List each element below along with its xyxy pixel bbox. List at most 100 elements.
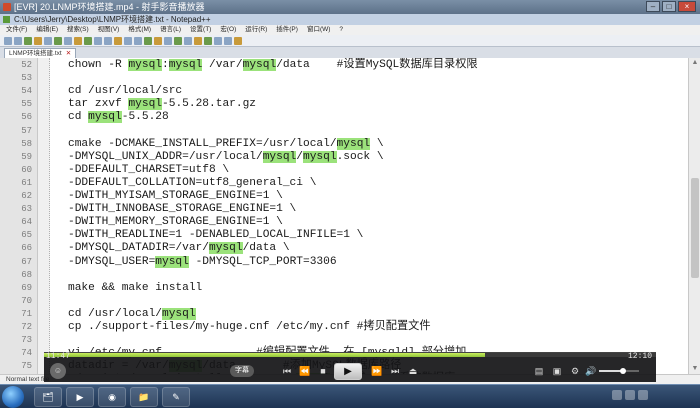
macro-run-icon[interactable]	[224, 36, 232, 45]
start-orb-icon[interactable]	[2, 386, 24, 408]
seek-bar[interactable]	[44, 353, 656, 357]
media-player-taskbar-icon[interactable]: ▶	[66, 387, 94, 407]
cut-icon[interactable]	[64, 36, 72, 45]
rewind-icon[interactable]: ⏪	[298, 365, 312, 377]
menu-plugins[interactable]: 插件(P)	[276, 25, 298, 35]
line-text: -DWITH_MYISAM_STORAGE_ENGINE=1 \	[68, 190, 283, 203]
stop-icon[interactable]: ■	[316, 365, 330, 377]
replace-icon[interactable]	[124, 36, 132, 45]
print-icon[interactable]	[54, 36, 62, 45]
close-file-icon[interactable]	[44, 36, 52, 45]
chrome-taskbar-icon[interactable]: ◉	[98, 387, 126, 407]
code-token: -5.5.28.tar.gz	[162, 98, 257, 111]
save-icon[interactable]	[24, 36, 32, 45]
code-line: 54 cd /usr/local/src	[0, 85, 700, 98]
line-text: cd mysql-5.5.28	[68, 111, 169, 124]
new-file-icon[interactable]	[4, 36, 12, 45]
macro-stop-icon[interactable]	[204, 36, 212, 45]
flag-icon[interactable]	[638, 390, 648, 400]
search-highlight: mysql	[168, 59, 203, 71]
volume-knob[interactable]	[620, 368, 626, 374]
minimize-button[interactable]: –	[646, 1, 660, 12]
line-number: 63	[21, 204, 32, 215]
code-token: /var/	[202, 59, 243, 71]
line-text: cmake -DCMAKE_INSTALL_PREFIX=/usr/local/…	[68, 137, 384, 151]
menu-file[interactable]: 文件(F)	[6, 25, 27, 35]
scroll-down-icon[interactable]: ▼	[689, 364, 700, 374]
indent-guide-icon[interactable]	[184, 36, 192, 45]
menu-language[interactable]: 语言(L)	[160, 25, 181, 35]
find-icon[interactable]	[114, 36, 122, 45]
save-all-icon[interactable]	[34, 36, 42, 45]
screenshot-icon[interactable]: ▣	[550, 365, 564, 377]
notepad-title-bar: C:\Users\Jerry\Desktop\LNMP环境搭建.txt - No…	[0, 14, 700, 25]
file-type-status: Normal text file	[6, 376, 50, 383]
skip-back-icon[interactable]: ⏮	[280, 365, 294, 377]
menu-help[interactable]: ?	[339, 25, 343, 35]
volume-slider[interactable]	[599, 368, 639, 374]
redo-icon[interactable]	[104, 36, 112, 45]
menu-format[interactable]: 格式(M)	[128, 25, 151, 35]
code-token: -DWITH_READLINE=1 -DENABLED_LOCAL_INFILE…	[68, 229, 364, 242]
menu-window[interactable]: 窗口(W)	[307, 25, 330, 35]
tab-lnmp-file[interactable]: LNMP环境搭建.txt ✕	[4, 48, 77, 58]
zoom-in-icon[interactable]	[134, 36, 142, 45]
eject-icon[interactable]: ⏏	[406, 365, 420, 377]
menu-edit[interactable]: 编辑(E)	[36, 25, 58, 35]
code-line: 53	[0, 72, 700, 85]
total-time: 12:10	[627, 352, 652, 361]
code-editor[interactable]: 52 chown -R mysql:mysql /var/mysql/data #…	[0, 58, 700, 374]
line-text: -DWITH_INNOBASE_STORAGE_ENGINE=1 \	[68, 203, 296, 216]
search-highlight: mysql	[155, 255, 189, 268]
open-file-icon[interactable]	[14, 36, 22, 45]
line-number: 66	[21, 243, 32, 254]
user-avatar-icon[interactable]: ☺	[50, 363, 66, 379]
scroll-up-icon[interactable]: ▲	[689, 58, 700, 68]
word-wrap-icon[interactable]	[164, 36, 172, 45]
line-number: 53	[21, 73, 32, 84]
skip-forward-icon[interactable]: ⏭	[388, 365, 402, 377]
control-buttons-row: ☺ 字幕 ⏮ ⏪ ■ ▶ ⏩ ⏭ ⏏ ▤ ▣ ⚙ 🔊	[44, 361, 656, 381]
menu-macro[interactable]: 宏(O)	[220, 25, 236, 35]
maximize-button[interactable]: □	[662, 1, 676, 12]
line-number: 70	[21, 295, 32, 306]
undo-icon[interactable]	[94, 36, 102, 45]
search-highlight: mysql	[209, 242, 243, 255]
notepad-taskbar-icon[interactable]: ✎	[162, 387, 190, 407]
menu-settings[interactable]: 设置(T)	[190, 25, 211, 35]
zoom-out-icon[interactable]	[144, 36, 152, 45]
code-token: \	[370, 137, 384, 150]
code-line: 70	[0, 295, 700, 308]
line-number: 72	[21, 322, 32, 332]
scroll-thumb[interactable]	[691, 178, 699, 278]
settings-icon[interactable]: ⚙	[568, 365, 582, 377]
fast-forward-icon[interactable]: ⏩	[370, 365, 384, 377]
sync-scroll-icon[interactable]	[154, 36, 162, 45]
show-all-chars-icon[interactable]	[174, 36, 182, 45]
menu-view[interactable]: 视图(V)	[98, 25, 120, 35]
menu-search[interactable]: 搜索(S)	[67, 25, 89, 35]
paste-icon[interactable]	[84, 36, 92, 45]
player-controls: 11:47 12:10 ☺ 字幕 ⏮ ⏪ ■ ▶ ⏩ ⏭ ⏏ ▤ ▣ ⚙ 🔊	[44, 352, 656, 382]
menu-run[interactable]: 运行(R)	[245, 25, 267, 35]
search-highlight: mysql	[262, 150, 297, 163]
vertical-scrollbar[interactable]: ▲ ▼	[688, 58, 700, 374]
close-button[interactable]: ×	[678, 1, 696, 12]
subtitle-button[interactable]: 字幕	[230, 365, 254, 377]
line-number: 59	[21, 151, 32, 162]
network-icon[interactable]	[612, 390, 622, 400]
macro-record-icon[interactable]	[194, 36, 202, 45]
macro-play-icon[interactable]	[214, 36, 222, 45]
volume-icon[interactable]: 🔊	[584, 365, 598, 377]
explorer-taskbar-icon[interactable]: 🗂	[34, 387, 62, 407]
code-line: 56 cd mysql-5.5.28	[0, 111, 700, 124]
equalizer-icon[interactable]: ▤	[532, 365, 546, 377]
close-tab-icon[interactable]: ✕	[66, 50, 71, 57]
macro-save-icon[interactable]	[234, 36, 242, 45]
folder-taskbar-icon[interactable]: 📁	[130, 387, 158, 407]
line-text: -DMYSQL_UNIX_ADDR=/usr/local/mysql/mysql…	[68, 150, 384, 164]
line-number: 75	[21, 361, 32, 372]
play-button[interactable]: ▶	[334, 363, 362, 380]
speaker-icon[interactable]	[625, 390, 635, 400]
copy-icon[interactable]	[74, 36, 82, 45]
